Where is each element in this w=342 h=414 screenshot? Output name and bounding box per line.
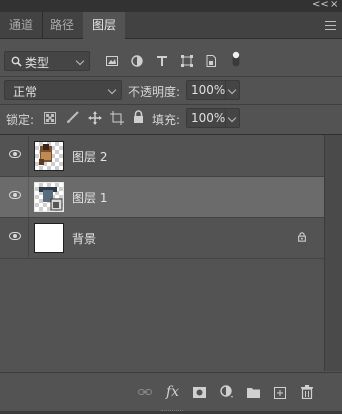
- eye-icon[interactable]: [9, 150, 21, 158]
- layers-bottom-toolbar: fx: [0, 372, 342, 414]
- image-filter-icon[interactable]: [106, 55, 118, 67]
- layer-row-background[interactable]: 背景: [0, 218, 324, 258]
- delete-icon[interactable]: [301, 385, 313, 399]
- close-panel-icon[interactable]: ×: [330, 0, 338, 10]
- layer-thumbnail: [34, 223, 64, 253]
- toggle-filter-icon[interactable]: [231, 50, 241, 68]
- divider: [0, 76, 342, 77]
- text-filter-icon[interactable]: [156, 55, 168, 67]
- layer-name[interactable]: 图层 1: [72, 189, 107, 206]
- blend-mode-value: 正常: [13, 85, 38, 99]
- eye-icon[interactable]: [9, 191, 21, 199]
- divider: [0, 104, 342, 105]
- lock-label: 锁定:: [6, 113, 35, 127]
- shape-filter-icon[interactable]: [181, 55, 193, 67]
- fx-icon[interactable]: fx: [166, 384, 179, 400]
- lock-position-icon[interactable]: [88, 111, 102, 125]
- fill-label: 填充:: [152, 113, 181, 127]
- filter-kind-label: 类型: [25, 56, 50, 70]
- lock-all-icon[interactable]: [133, 110, 144, 124]
- tab-paths[interactable]: 路径: [41, 12, 85, 39]
- chevron-down-icon: [107, 85, 117, 95]
- layers-scrollbar[interactable]: [324, 135, 342, 371]
- fill-value: 100%: [191, 111, 226, 125]
- lock-artboard-icon[interactable]: [110, 111, 124, 125]
- blend-mode-select[interactable]: 正常: [4, 80, 122, 100]
- new-layer-icon[interactable]: [274, 387, 286, 399]
- add-mask-icon[interactable]: [193, 387, 206, 398]
- opacity-field[interactable]: 100%: [186, 80, 240, 100]
- adjustment-filter-icon[interactable]: [131, 55, 143, 67]
- layer-thumbnail: [34, 182, 64, 212]
- adjustment-layer-icon[interactable]: [220, 385, 234, 399]
- smart-object-thumbnail-icon: [39, 187, 63, 211]
- panel-tab-bar: 通道 路径 图层: [0, 12, 342, 40]
- new-group-icon[interactable]: [247, 387, 260, 398]
- layer-thumbnail: [34, 141, 64, 171]
- opacity-label: 不透明度:: [128, 85, 181, 99]
- collapse-panel-icon[interactable]: <<: [312, 0, 329, 10]
- panel-title-strip: << ×: [0, 0, 342, 12]
- tab-layers[interactable]: 图层: [83, 12, 126, 40]
- eye-icon[interactable]: [9, 232, 21, 240]
- link-layers-icon[interactable]: [138, 387, 152, 397]
- chevron-down-icon[interactable]: [227, 85, 237, 95]
- search-icon: [11, 56, 22, 67]
- layer-row-layer-2[interactable]: 图层 2: [0, 136, 324, 176]
- lock-image-icon[interactable]: [66, 111, 79, 124]
- smart-object-filter-icon[interactable]: [205, 55, 217, 67]
- lock-transparent-icon[interactable]: [44, 112, 56, 124]
- fill-field[interactable]: 100%: [186, 108, 240, 128]
- layer-lock-icon[interactable]: [297, 232, 307, 242]
- layer-name[interactable]: 背景: [72, 230, 96, 247]
- chevron-down-icon[interactable]: [227, 113, 237, 123]
- layer-name[interactable]: 图层 2: [72, 148, 107, 165]
- opacity-value: 100%: [191, 83, 226, 97]
- figure-thumbnail-icon: [39, 144, 52, 165]
- panel-menu-icon[interactable]: [325, 21, 336, 33]
- layer-filter-kind-select[interactable]: 类型: [4, 51, 90, 71]
- divider: [0, 134, 342, 135]
- tab-channels[interactable]: 通道: [0, 12, 44, 39]
- chevron-down-icon: [75, 56, 85, 66]
- layer-row-layer-1[interactable]: 图层 1: [0, 177, 324, 217]
